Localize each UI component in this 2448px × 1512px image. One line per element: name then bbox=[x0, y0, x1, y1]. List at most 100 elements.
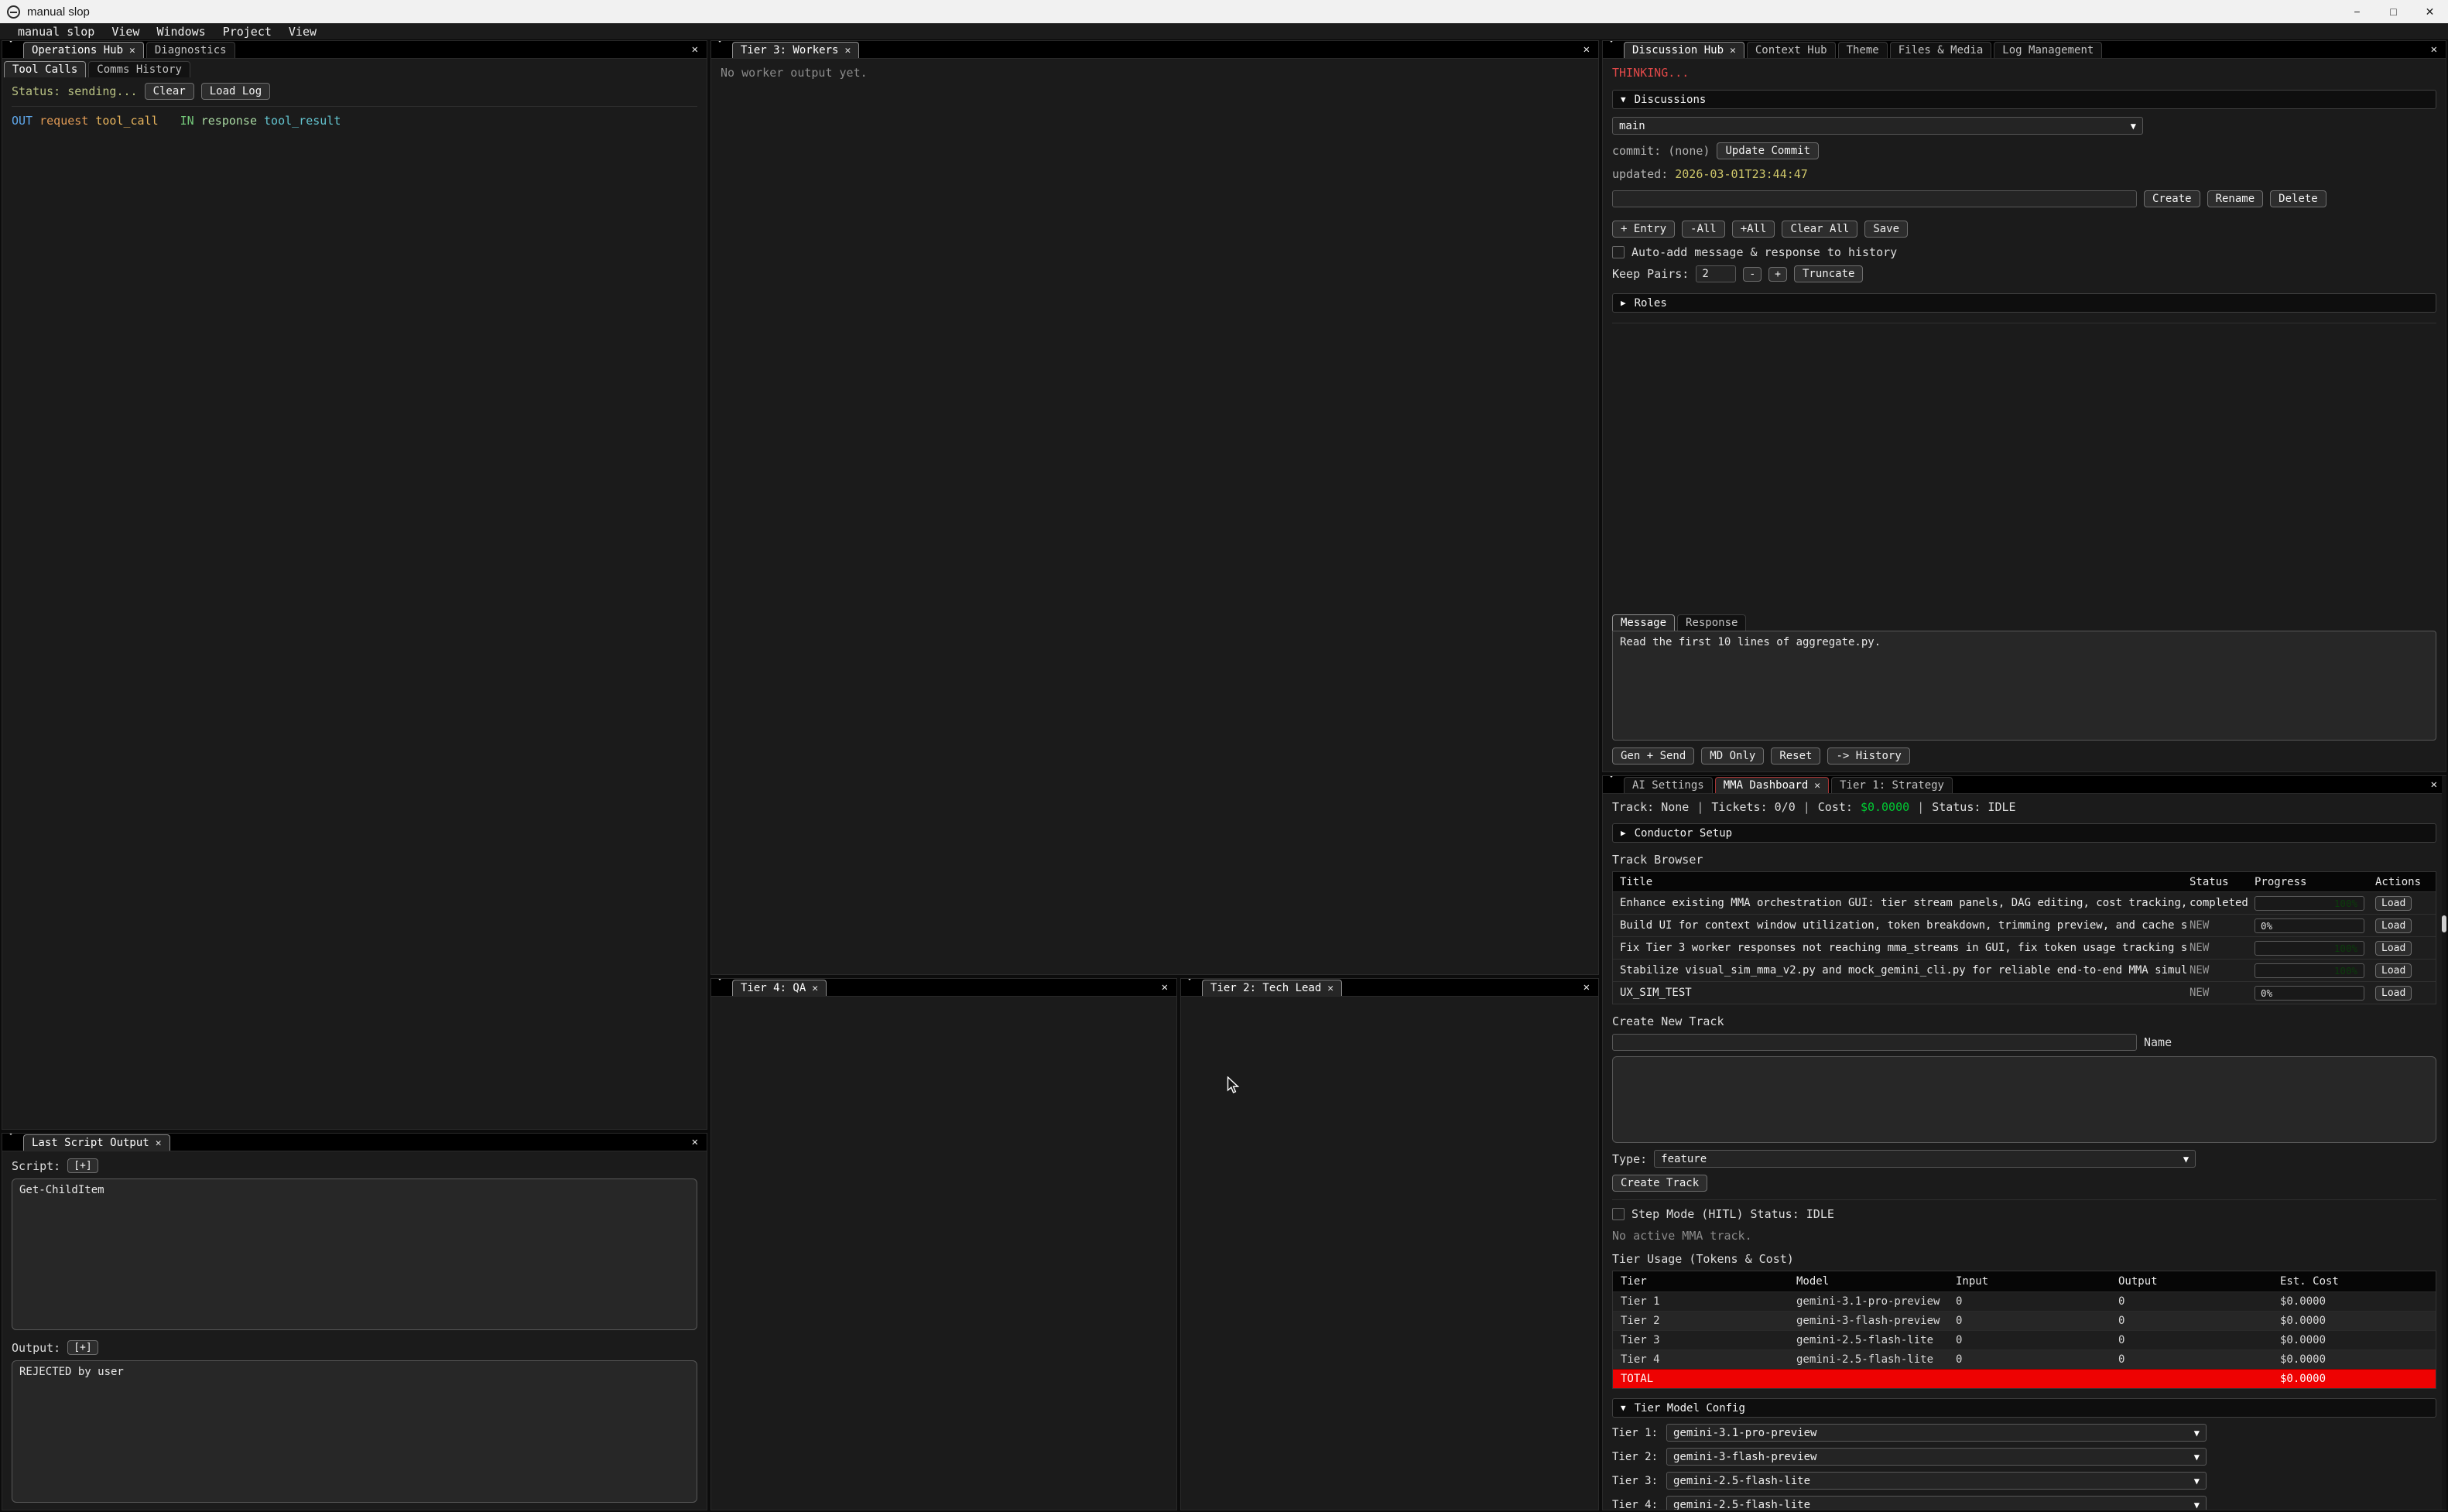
tier4-model-select[interactable]: gemini-2.5-flash-lite ▼ bbox=[1666, 1496, 2207, 1510]
tab-response[interactable]: Response bbox=[1677, 614, 1746, 631]
tab-files-media[interactable]: Files & Media bbox=[1890, 42, 1992, 58]
conductor-setup-header[interactable]: ▶ Conductor Setup bbox=[1612, 823, 2436, 843]
collapse-all-button[interactable]: -All bbox=[1682, 221, 1725, 238]
panel-close-icon[interactable]: ✕ bbox=[1580, 981, 1594, 994]
menu-item-project[interactable]: Project bbox=[214, 25, 280, 39]
panel-menu-icon[interactable] bbox=[716, 43, 724, 56]
menu-item-windows[interactable]: Windows bbox=[148, 25, 214, 39]
keep-pairs-minus-button[interactable]: - bbox=[1743, 267, 1762, 282]
tab-close-icon[interactable]: ✕ bbox=[844, 45, 851, 56]
truncate-button[interactable]: Truncate bbox=[1794, 265, 1863, 282]
gen-send-button[interactable]: Gen + Send bbox=[1612, 747, 1694, 765]
output-content-box[interactable]: REJECTED by user bbox=[12, 1360, 697, 1503]
tab-tier3-workers[interactable]: Tier 3: Workers ✕ bbox=[732, 42, 859, 58]
table-row[interactable]: Enhance existing MMA orchestration GUI: … bbox=[1613, 891, 2436, 914]
load-button[interactable]: Load bbox=[2375, 986, 2412, 1001]
reset-button[interactable]: Reset bbox=[1771, 747, 1820, 765]
panel-menu-icon[interactable] bbox=[7, 43, 15, 56]
tab-last-script-output[interactable]: Last Script Output ✕ bbox=[23, 1134, 170, 1151]
tier-model-config-header[interactable]: ▼ Tier Model Config bbox=[1612, 1398, 2436, 1418]
tab-close-icon[interactable]: ✕ bbox=[1327, 983, 1334, 994]
script-content-box[interactable]: Get-ChildItem bbox=[12, 1178, 697, 1330]
table-row[interactable]: UX_SIM_TEST NEW 0% Load bbox=[1613, 981, 2436, 1004]
create-track-button[interactable]: Create Track bbox=[1612, 1175, 1707, 1192]
panel-menu-icon[interactable] bbox=[1607, 43, 1616, 56]
scrollbar-track[interactable] bbox=[2442, 776, 2446, 1510]
tier1-model-select[interactable]: gemini-3.1-pro-preview ▼ bbox=[1666, 1424, 2207, 1442]
panel-close-icon[interactable]: ✕ bbox=[688, 1136, 702, 1148]
tab-diagnostics[interactable]: Diagnostics bbox=[146, 42, 235, 58]
close-icon[interactable]: ✕ bbox=[2412, 0, 2448, 23]
panel-menu-icon[interactable] bbox=[716, 980, 724, 994]
output-expand-button[interactable]: [+] bbox=[67, 1340, 98, 1355]
message-textarea[interactable]: Read the first 10 lines of aggregate.py. bbox=[1612, 631, 2436, 741]
tab-tool-calls[interactable]: Tool Calls bbox=[4, 61, 86, 77]
table-row[interactable]: Build UI for context window utilization,… bbox=[1613, 914, 2436, 936]
roles-section-header[interactable]: ▶ Roles bbox=[1612, 293, 2436, 313]
to-history-button[interactable]: -> History bbox=[1827, 747, 1909, 765]
track-name-input[interactable] bbox=[1612, 1034, 2137, 1051]
tab-close-icon[interactable]: ✕ bbox=[1730, 45, 1736, 56]
track-type-select[interactable]: feature ▼ bbox=[1654, 1150, 2196, 1168]
delete-button[interactable]: Delete bbox=[2270, 190, 2326, 207]
tab-close-icon[interactable]: ✕ bbox=[1814, 780, 1820, 792]
table-row[interactable]: Stabilize visual_sim_mma_v2.py and mock_… bbox=[1613, 959, 2436, 981]
maximize-icon[interactable]: □ bbox=[2375, 0, 2412, 23]
tab-tier4-qa[interactable]: Tier 4: QA ✕ bbox=[732, 980, 827, 996]
tab-discussion-hub[interactable]: Discussion Hub ✕ bbox=[1624, 42, 1744, 58]
tab-ai-settings[interactable]: AI Settings bbox=[1624, 777, 1713, 793]
add-entry-button[interactable]: + Entry bbox=[1612, 221, 1675, 238]
tab-context-hub[interactable]: Context Hub bbox=[1747, 42, 1836, 58]
keep-pairs-input[interactable]: 2 bbox=[1696, 265, 1736, 282]
autoadd-checkbox[interactable] bbox=[1612, 246, 1625, 258]
menu-item-manual-slop[interactable]: manual slop bbox=[9, 25, 103, 39]
menu-item-view2[interactable]: View bbox=[280, 25, 325, 39]
discussion-name-input[interactable] bbox=[1612, 190, 2137, 207]
md-only-button[interactable]: MD Only bbox=[1701, 747, 1764, 765]
tier3-model-select[interactable]: gemini-2.5-flash-lite ▼ bbox=[1666, 1472, 2207, 1490]
tab-message[interactable]: Message bbox=[1612, 614, 1675, 631]
load-button[interactable]: Load bbox=[2375, 896, 2412, 911]
tab-close-icon[interactable]: ✕ bbox=[156, 1137, 162, 1149]
save-button[interactable]: Save bbox=[1864, 221, 1908, 238]
panel-close-icon[interactable]: ✕ bbox=[688, 43, 702, 56]
load-button[interactable]: Load bbox=[2375, 941, 2412, 956]
tab-close-icon[interactable]: ✕ bbox=[812, 983, 818, 994]
tab-tier2-tech-lead[interactable]: Tier 2: Tech Lead ✕ bbox=[1202, 980, 1342, 996]
discussions-section-header[interactable]: ▼ Discussions bbox=[1612, 90, 2436, 109]
tier2-model-select[interactable]: gemini-3-flash-preview ▼ bbox=[1666, 1448, 2207, 1466]
tab-mma-dashboard[interactable]: MMA Dashboard ✕ bbox=[1715, 777, 1829, 793]
expand-all-button[interactable]: +All bbox=[1732, 221, 1775, 238]
clear-button[interactable]: Clear bbox=[145, 83, 194, 100]
discussion-select[interactable]: main ▼ bbox=[1612, 117, 2143, 135]
keep-pairs-plus-button[interactable]: + bbox=[1768, 267, 1787, 282]
step-mode-checkbox[interactable] bbox=[1612, 1208, 1625, 1220]
panel-close-icon[interactable]: ✕ bbox=[1580, 43, 1594, 56]
clear-all-button[interactable]: Clear All bbox=[1782, 221, 1857, 238]
panel-menu-icon[interactable] bbox=[7, 1135, 15, 1149]
tab-log-management[interactable]: Log Management bbox=[1994, 42, 2102, 58]
minimize-icon[interactable]: − bbox=[2339, 0, 2375, 23]
tab-tier1-strategy[interactable]: Tier 1: Strategy bbox=[1831, 777, 1953, 793]
rename-button[interactable]: Rename bbox=[2207, 190, 2264, 207]
scrollbar-thumb[interactable] bbox=[2442, 915, 2446, 932]
panel-menu-icon[interactable] bbox=[1186, 980, 1194, 994]
menu-item-view[interactable]: View bbox=[103, 25, 148, 39]
load-button[interactable]: Load bbox=[2375, 963, 2412, 978]
track-description-textarea[interactable] bbox=[1612, 1056, 2436, 1143]
update-commit-button[interactable]: Update Commit bbox=[1717, 142, 1819, 159]
panel-menu-icon[interactable] bbox=[1607, 778, 1616, 792]
script-expand-button[interactable]: [+] bbox=[67, 1158, 98, 1173]
load-log-button[interactable]: Load Log bbox=[201, 83, 270, 100]
tab-operations-hub[interactable]: Operations Hub ✕ bbox=[23, 42, 144, 58]
load-button[interactable]: Load bbox=[2375, 918, 2412, 933]
tab-close-icon[interactable]: ✕ bbox=[129, 45, 135, 56]
panel-close-icon[interactable]: ✕ bbox=[2427, 778, 2441, 791]
panel-close-icon[interactable]: ✕ bbox=[2427, 43, 2441, 56]
panel-close-icon[interactable]: ✕ bbox=[1158, 981, 1172, 994]
tab-comms-history[interactable]: Comms History bbox=[88, 61, 190, 77]
tab-theme[interactable]: Theme bbox=[1838, 42, 1888, 58]
track-browser-label: Track Browser bbox=[1612, 853, 2436, 867]
create-button[interactable]: Create bbox=[2144, 190, 2200, 207]
table-row[interactable]: Fix Tier 3 worker responses not reaching… bbox=[1613, 936, 2436, 959]
